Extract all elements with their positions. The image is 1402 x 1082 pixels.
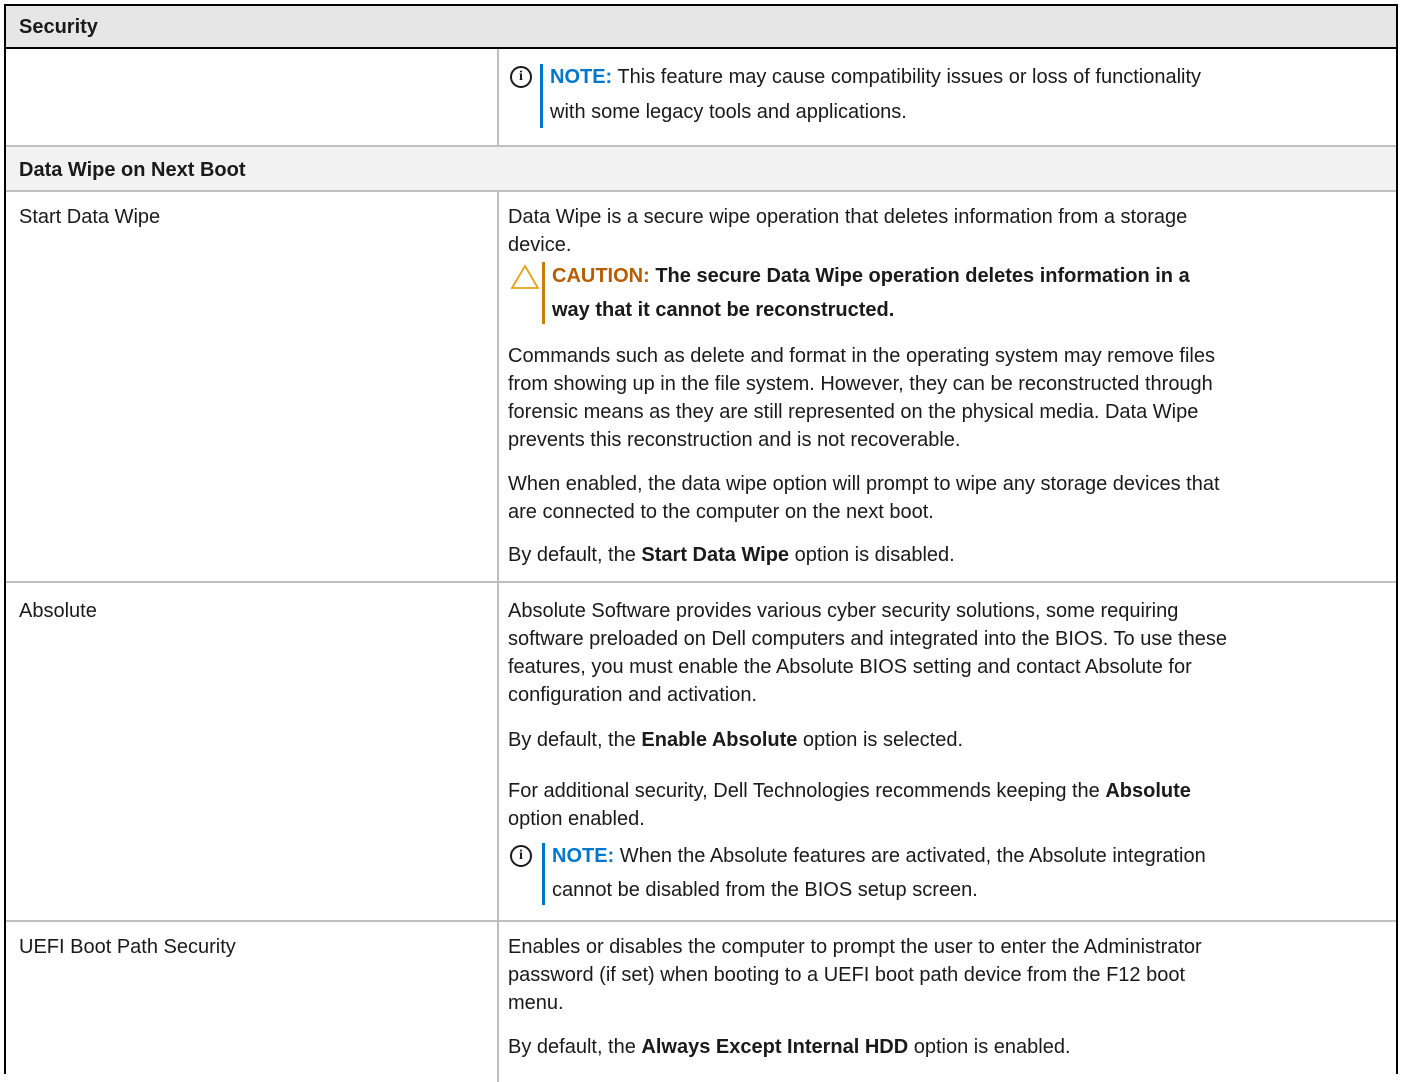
note-continuation-row: i NOTE: This feature may cause compatibi… [6, 49, 1396, 145]
option-start-data-wipe: Start Data Wipe [19, 206, 161, 228]
default-setting-text: By default, the Start Data Wipe option i… [508, 544, 955, 566]
option-description: Enables or disables the computer to prom… [508, 936, 1202, 1014]
table-header: Security [6, 6, 1396, 49]
section-data-wipe: Data Wipe on Next Boot [6, 147, 1396, 190]
info-circle-icon: i [510, 66, 532, 88]
recommendation-text: For additional security, Dell Technologi… [508, 780, 1191, 830]
option-uefi-boot-path-security: UEFI Boot Path Security [19, 936, 236, 958]
table-row: Absolute Absolute Software provides vari… [6, 583, 1396, 920]
top-note: NOTE: This feature may cause compatibili… [550, 66, 1202, 123]
default-setting-text: By default, the Enable Absolute option i… [508, 729, 964, 751]
option-description: Absolute Software provides various cyber… [508, 600, 1227, 706]
table-header-title: Security [19, 16, 98, 38]
security-settings-table: Security i NOTE: This feature may cause … [4, 4, 1398, 1082]
section-title: Data Wipe on Next Boot [19, 159, 246, 181]
note-label: NOTE: [550, 66, 613, 88]
option-description: Data Wipe is a secure wipe operation tha… [508, 206, 1188, 256]
note-label: NOTE: [552, 845, 615, 867]
option-absolute: Absolute [19, 600, 97, 622]
table-row: Start Data Wipe Data Wipe is a secure wi… [6, 192, 1396, 581]
absolute-note: NOTE: When the Absolute features are act… [552, 845, 1206, 901]
info-circle-icon: i [510, 845, 532, 867]
description-paragraph: Commands such as delete and format in th… [508, 345, 1215, 451]
description-paragraph: When enabled, the data wipe option will … [508, 473, 1220, 523]
warning-triangle-icon [510, 264, 540, 289]
caution-box: CAUTION: The secure Data Wipe operation … [552, 265, 1190, 321]
caution-label: CAUTION: [552, 265, 650, 287]
default-setting-text: By default, the Always Except Internal H… [508, 1036, 1071, 1058]
table-row: UEFI Boot Path Security Enables or disab… [6, 922, 1396, 1082]
